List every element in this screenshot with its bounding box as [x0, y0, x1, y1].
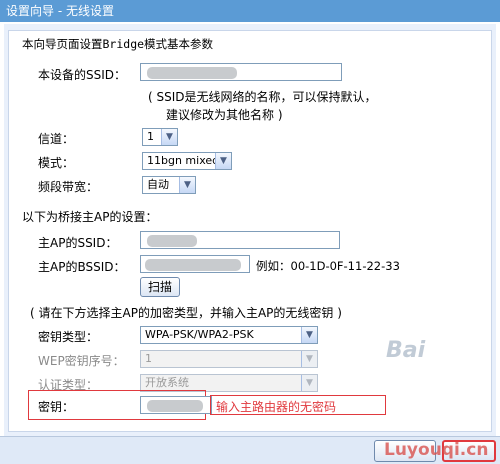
- mode-select[interactable]: 11bgn mixed ▼: [142, 152, 232, 170]
- main-ap-bssid-input[interactable]: [140, 255, 250, 273]
- bandwidth-value: 自动: [147, 178, 169, 191]
- window-title: 设置向导 - 无线设置: [6, 4, 114, 18]
- chevron-down-icon: ▼: [215, 153, 231, 169]
- ssid-note-line1: ( SSID是无线网络的名称，可以保持默认，: [148, 90, 377, 104]
- encryption-note: ( 请在下方选择主AP的加密类型，并输入主AP的无线密钥 ): [30, 306, 342, 320]
- ssid-note-line2: 建议修改为其他名称 ): [166, 108, 283, 122]
- auth-type-value: 开放系统: [145, 376, 189, 389]
- chevron-down-icon: ▼: [301, 351, 317, 367]
- key-label: 密钥：: [38, 400, 75, 414]
- main-ap-bssid-label: 主AP的BSSID：: [38, 260, 126, 274]
- chevron-down-icon: ▼: [301, 327, 317, 343]
- bandwidth-select[interactable]: 自动 ▼: [142, 176, 196, 194]
- window-titlebar: 设置向导 - 无线设置: [0, 0, 500, 22]
- mode-value: 11bgn mixed: [147, 154, 220, 167]
- key-value-redacted: [147, 400, 203, 412]
- key-type-select[interactable]: WPA-PSK/WPA2-PSK ▼: [140, 326, 318, 344]
- channel-select[interactable]: 1 ▼: [142, 128, 178, 146]
- wep-index-value: 1: [145, 352, 152, 365]
- wep-index-select[interactable]: 1 ▼: [140, 350, 318, 368]
- main-ap-ssid-label: 主AP的SSID：: [38, 236, 118, 250]
- chevron-down-icon: ▼: [161, 129, 177, 145]
- wep-index-label: WEP密钥序号：: [38, 354, 125, 368]
- intro-text: 本向导页面设置Bridge模式基本参数: [22, 37, 214, 51]
- bridge-section-title: 以下为桥接主AP的设置：: [22, 210, 158, 224]
- scan-button[interactable]: 扫描: [140, 277, 180, 297]
- main-ap-ssid-value-redacted: [147, 235, 197, 247]
- chevron-down-icon: ▼: [179, 177, 195, 193]
- channel-label: 信道：: [38, 132, 75, 146]
- key-hint: 输入主路由器的无密码: [216, 400, 337, 414]
- chevron-down-icon: ▼: [301, 375, 317, 391]
- main-ap-ssid-input[interactable]: [140, 231, 340, 249]
- channel-value: 1: [147, 130, 154, 143]
- main-ap-bssid-value-redacted: [145, 259, 241, 271]
- key-input[interactable]: [140, 396, 212, 414]
- bandwidth-label: 频段带宽：: [38, 180, 99, 194]
- ssid-value-redacted: [147, 67, 237, 79]
- bssid-example: 例如：00-1D-0F-11-22-33: [256, 259, 400, 273]
- ssid-label: 本设备的SSID：: [38, 68, 127, 82]
- mode-label: 模式：: [38, 156, 75, 170]
- ssid-input[interactable]: [140, 63, 342, 81]
- key-type-value: WPA-PSK/WPA2-PSK: [145, 328, 254, 341]
- baidu-watermark: Bai: [386, 338, 426, 363]
- key-type-label: 密钥类型：: [38, 330, 99, 344]
- site-watermark: Luyouqi.cn: [384, 440, 489, 460]
